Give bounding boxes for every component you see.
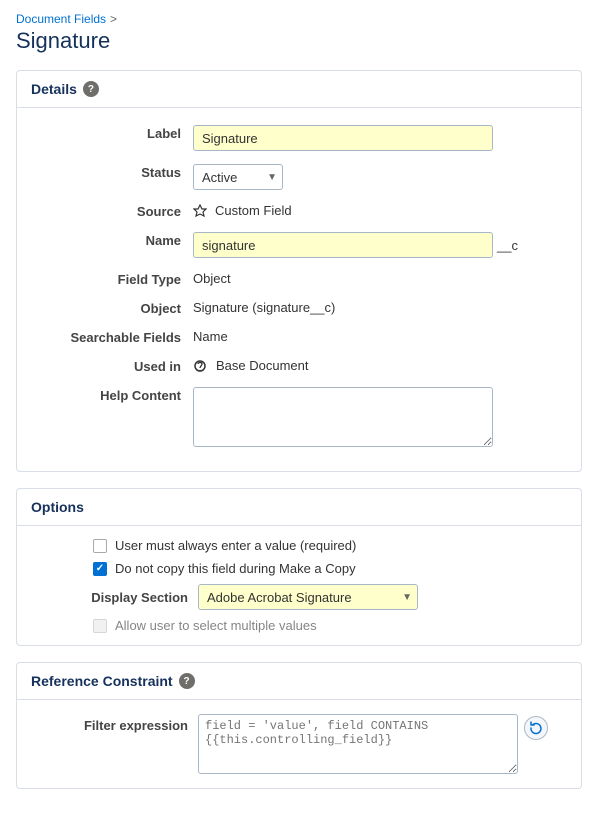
display-section-row: Display Section Adobe Acrobat Signature … [33,584,565,610]
field-type-value: Object [193,268,565,286]
used-in-value: Base Document [193,355,565,373]
reference-constraint-header: Reference Constraint ? [17,663,581,700]
filter-expression-wrap [198,714,548,774]
status-row: Status Active Inactive ▼ [33,161,565,190]
help-content-value [193,384,565,447]
label-field-label: Label [33,122,193,141]
status-field-value: Active Inactive ▼ [193,161,565,190]
required-checkbox-label: User must always enter a value (required… [115,538,356,553]
source-field-label: Source [33,200,193,219]
options-section: Options User must always enter a value (… [16,488,582,646]
searchable-fields-label: Searchable Fields [33,326,193,345]
reference-constraint-section: Reference Constraint ? Filter expression [16,662,582,789]
multiple-values-row: Allow user to select multiple values [33,618,565,633]
object-field-value: Signature (signature__c) [193,297,565,315]
searchable-fields-value: Name [193,326,565,344]
breadcrumb-link[interactable]: Document Fields [16,12,106,26]
no-copy-checkbox[interactable] [93,562,107,576]
status-select[interactable]: Active Inactive [193,164,283,190]
used-in-icon [193,359,207,373]
page-title: Signature [16,28,582,54]
details-help-icon[interactable]: ? [83,81,99,97]
no-copy-checkbox-row: Do not copy this field during Make a Cop… [33,561,565,576]
used-in-static: Base Document [216,358,309,373]
status-field-label: Status [33,161,193,180]
details-section: Details ? Label Status Active Inactive [16,70,582,472]
name-row: Name __c [33,229,565,258]
field-type-label: Field Type [33,268,193,287]
breadcrumb-separator: > [110,12,117,26]
required-checkbox[interactable] [93,539,107,553]
label-row: Label [33,122,565,151]
label-field-value [193,122,565,151]
reference-constraint-help-icon[interactable]: ? [179,673,195,689]
name-field-value: __c [193,229,565,258]
display-section-select-wrap: Adobe Acrobat Signature None ▼ [198,584,418,610]
source-value: Custom Field [215,203,292,218]
searchable-fields-row: Searchable Fields Name [33,326,565,345]
source-row: Source Custom Field [33,200,565,219]
options-section-header: Options [17,489,581,526]
object-row: Object Signature (signature__c) [33,297,565,316]
filter-refresh-button[interactable] [524,716,548,740]
details-title: Details [31,81,77,97]
filter-expression-row: Filter expression [33,714,565,774]
required-checkbox-row: User must always enter a value (required… [33,538,565,553]
used-in-row: Used in Base Document [33,355,565,374]
name-input[interactable] [193,232,493,258]
display-section-select[interactable]: Adobe Acrobat Signature None [198,584,418,610]
searchable-fields-static: Name [193,329,228,344]
page-container: Document Fields > Signature Details ? La… [0,0,598,817]
details-section-body: Label Status Active Inactive ▼ [17,108,581,471]
multiple-values-label: Allow user to select multiple values [115,618,317,633]
reference-constraint-body: Filter expression [17,700,581,788]
used-in-label: Used in [33,355,193,374]
field-type-row: Field Type Object [33,268,565,287]
name-field-label: Name [33,229,193,248]
label-input[interactable] [193,125,493,151]
source-field-value: Custom Field [193,200,565,218]
name-suffix: __c [497,238,518,253]
status-select-wrap: Active Inactive ▼ [193,164,283,190]
object-field-label: Object [33,297,193,316]
object-static: Signature (signature__c) [193,300,335,315]
custom-field-icon [193,204,207,218]
field-type-static: Object [193,271,231,286]
help-content-label: Help Content [33,384,193,403]
breadcrumb: Document Fields > [16,12,582,26]
options-section-body: User must always enter a value (required… [17,526,581,645]
filter-expression-textarea[interactable] [198,714,518,774]
reference-constraint-title: Reference Constraint [31,673,173,689]
name-input-wrap: __c [193,232,518,258]
help-content-textarea[interactable] [193,387,493,447]
options-title: Options [31,499,84,515]
help-content-row: Help Content [33,384,565,447]
details-section-header: Details ? [17,71,581,108]
no-copy-checkbox-label: Do not copy this field during Make a Cop… [115,561,356,576]
filter-expression-label: Filter expression [33,714,188,733]
multiple-values-checkbox [93,619,107,633]
display-section-label: Display Section [33,590,188,605]
